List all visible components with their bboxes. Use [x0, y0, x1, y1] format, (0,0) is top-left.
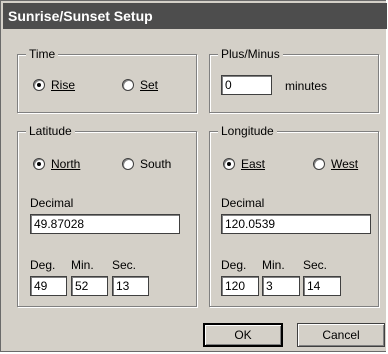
lat-sec-label: Sec. [112, 258, 137, 272]
latitude-legend: Latitude [26, 124, 75, 138]
west-radio[interactable]: West [313, 156, 358, 172]
lat-deg-label: Deg. [30, 258, 56, 272]
lat-sec-input[interactable]: 13 [112, 276, 149, 296]
plus-minus-input[interactable]: 0 [221, 75, 272, 95]
lon-sec-input[interactable]: 14 [303, 276, 341, 296]
cancel-button[interactable]: Cancel [297, 323, 385, 347]
south-label: South [140, 157, 172, 171]
lon-decimal-label: Decimal [221, 196, 265, 210]
set-radio[interactable]: Set [122, 77, 158, 93]
rise-radio[interactable]: Rise [33, 77, 75, 93]
lon-min-label: Min. [262, 258, 285, 272]
north-label: North [51, 157, 81, 171]
latitude-group: Latitude North South Decimal 49.87028 De… [17, 124, 197, 307]
lat-decimal-input[interactable]: 49.87028 [30, 214, 180, 234]
set-radio-button[interactable] [122, 79, 134, 91]
time-legend: Time [26, 47, 59, 61]
rise-radio-button[interactable] [33, 79, 45, 91]
rise-label: Rise [51, 78, 76, 92]
east-label: East [241, 157, 266, 171]
lon-sec-label: Sec. [303, 258, 328, 272]
longitude-legend: Longitude [218, 124, 277, 138]
lon-deg-label: Deg. [221, 258, 247, 272]
north-radio[interactable]: North [33, 156, 80, 172]
lon-min-input[interactable]: 3 [262, 276, 300, 296]
lon-deg-input[interactable]: 120 [221, 276, 259, 296]
lat-min-input[interactable]: 52 [71, 276, 108, 296]
plus-minus-legend: Plus/Minus [218, 47, 283, 61]
east-radio[interactable]: East [223, 156, 265, 172]
plus-minus-group: Plus/Minus 0 minutes [209, 47, 379, 113]
lat-decimal-label: Decimal [30, 196, 74, 210]
east-radio-button[interactable] [223, 158, 235, 170]
minutes-label: minutes [285, 79, 328, 93]
lat-min-label: Min. [71, 258, 94, 272]
dialog-title: Sunrise/Sunset Setup [3, 3, 387, 29]
longitude-group: Longitude East West Decimal 120.0539 Deg… [209, 124, 379, 307]
ok-button[interactable]: OK [203, 323, 283, 347]
sunrise-sunset-dialog: Sunrise/Sunset Setup Time Rise Set Plus/… [0, 0, 387, 352]
lat-deg-input[interactable]: 49 [30, 276, 67, 296]
set-label: Set [140, 78, 159, 92]
lon-decimal-input[interactable]: 120.0539 [221, 214, 371, 234]
south-radio-button[interactable] [122, 158, 134, 170]
north-radio-button[interactable] [33, 158, 45, 170]
west-radio-button[interactable] [313, 158, 325, 170]
west-label: West [331, 157, 359, 171]
south-radio[interactable]: South [122, 156, 171, 172]
time-group: Time Rise Set [17, 47, 197, 113]
